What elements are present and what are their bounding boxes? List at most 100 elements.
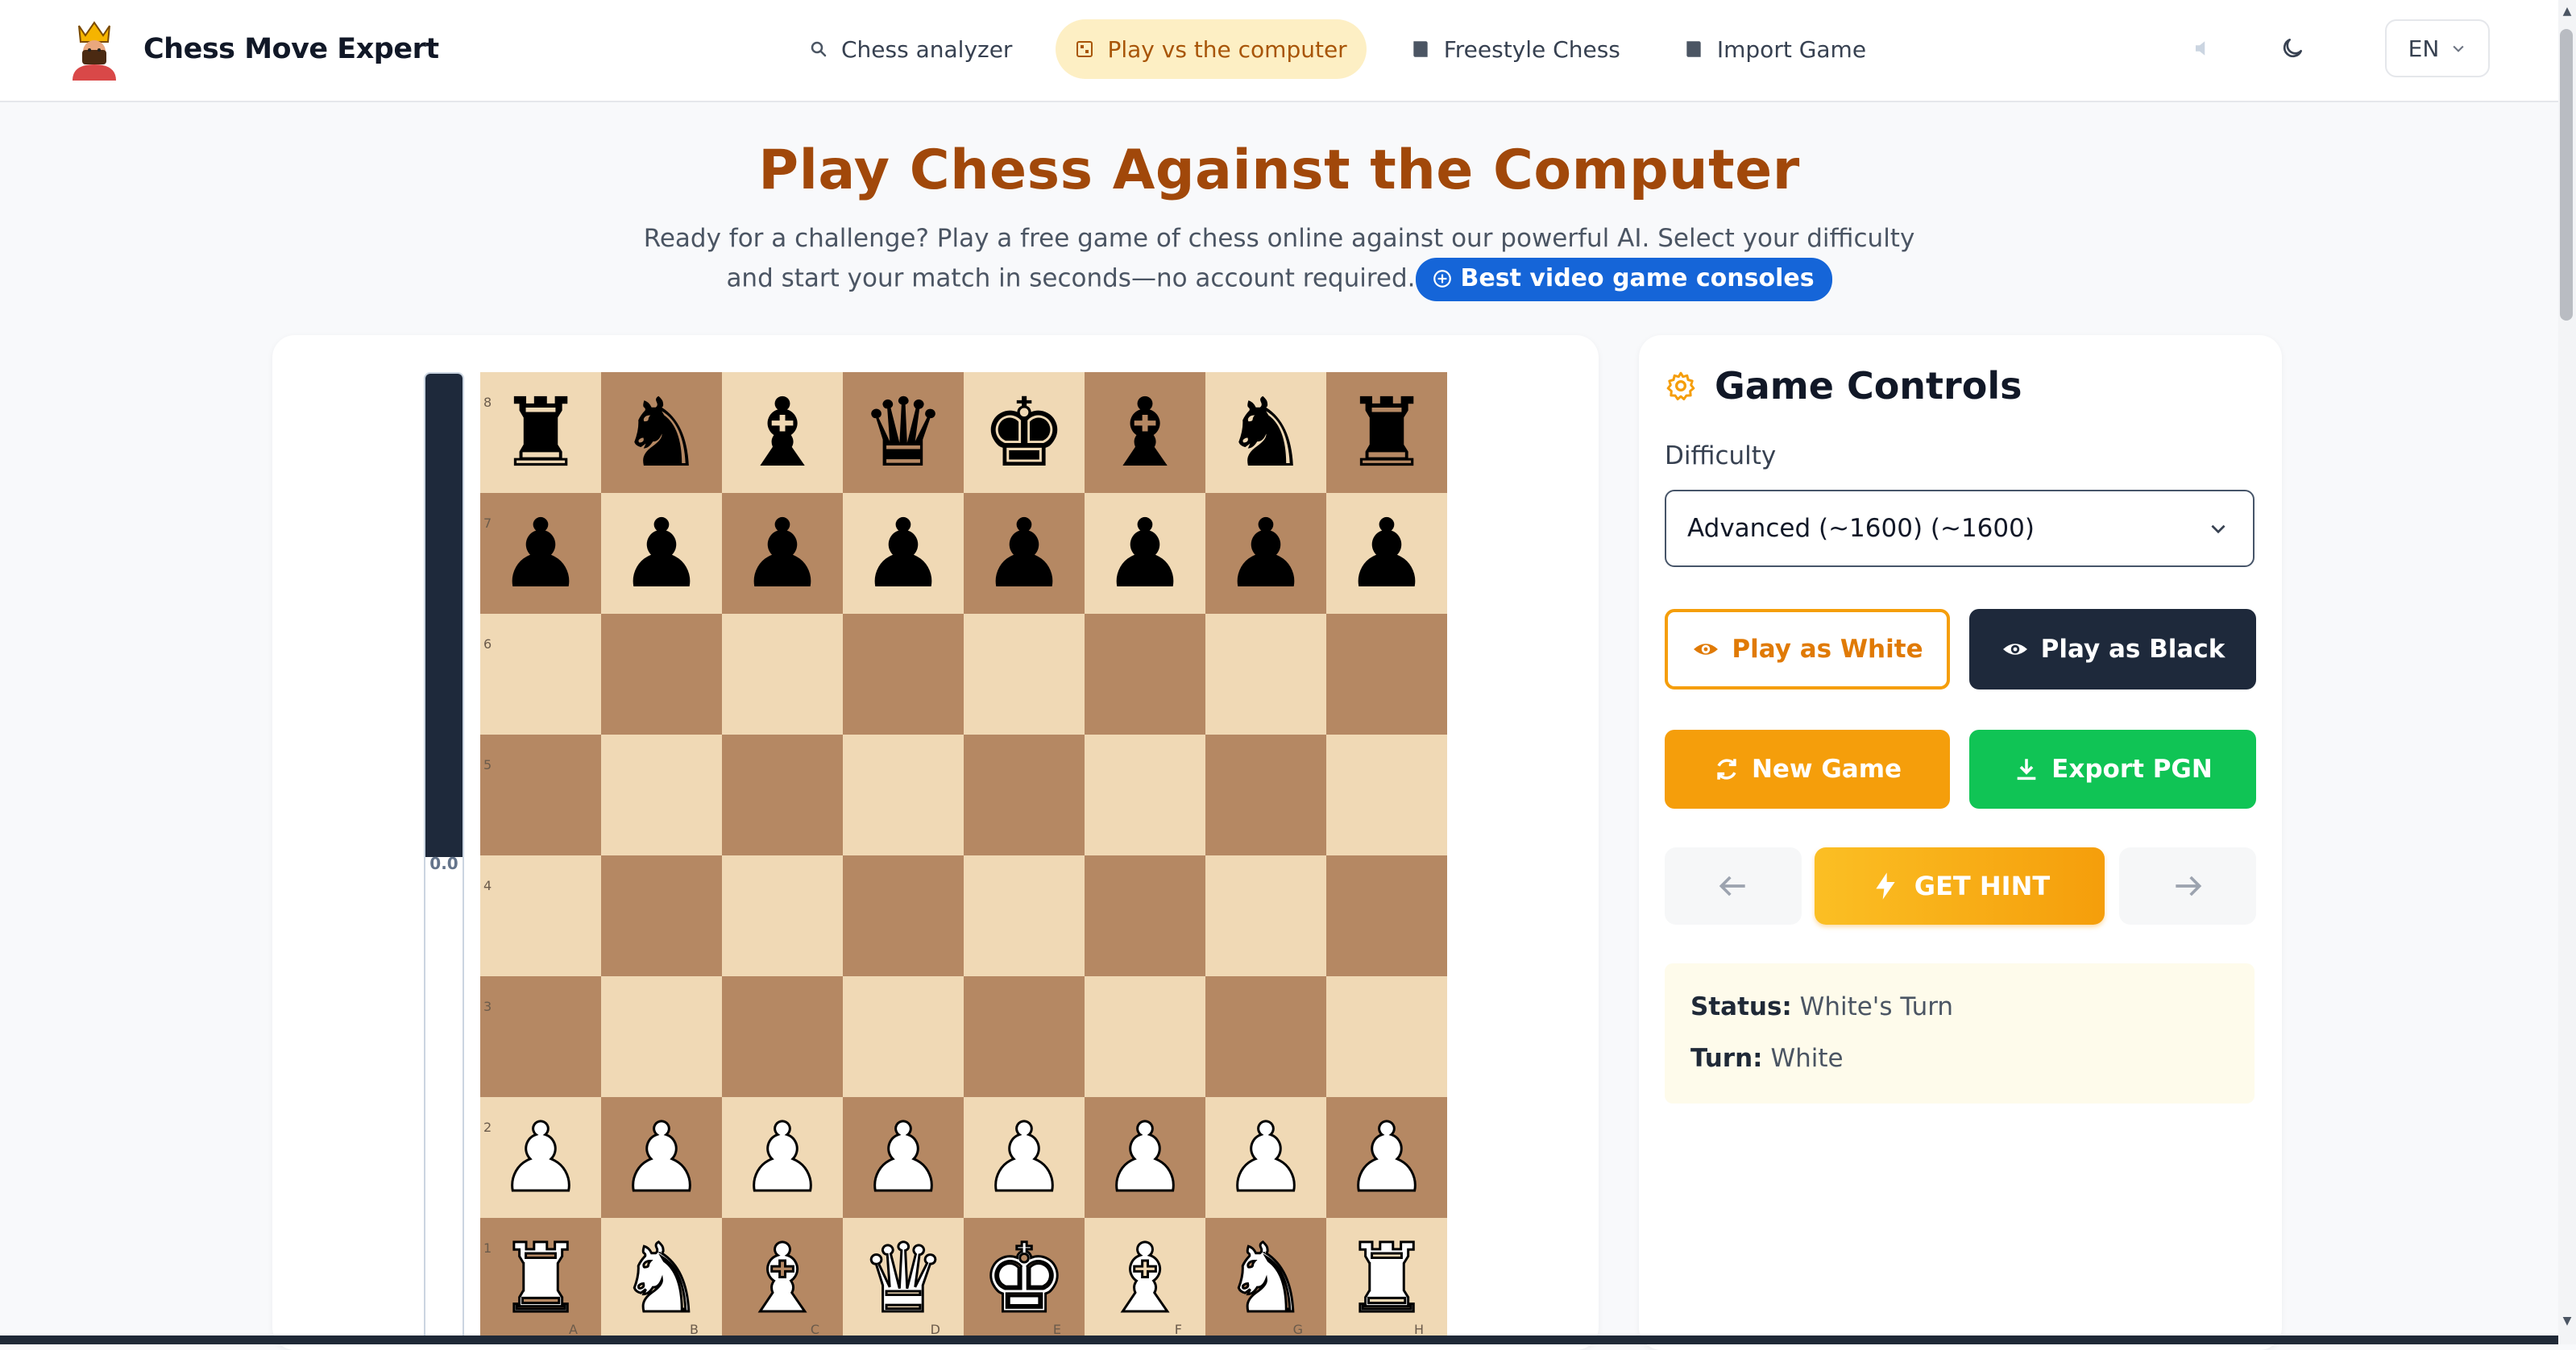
play-as-white-button[interactable]: Play as White [1665,609,1950,689]
square-c8[interactable]: ♝ [722,372,843,493]
black-pawn-icon[interactable]: ♟ [1223,506,1309,601]
white-pawn-icon[interactable]: ♟ [497,1109,585,1207]
square-c3[interactable] [722,976,843,1097]
white-bishop-icon[interactable]: ♝ [1101,1230,1189,1327]
black-knight-icon[interactable]: ♞ [619,385,704,480]
white-knight-icon[interactable]: ♞ [618,1230,706,1327]
square-a5[interactable]: 5 [480,735,601,855]
black-pawn-icon[interactable]: ♟ [498,506,583,601]
white-pawn-icon[interactable]: ♟ [618,1109,706,1207]
white-knight-icon[interactable]: ♞ [1222,1230,1310,1327]
square-d8[interactable]: ♛ [843,372,964,493]
theme-toggle-button[interactable] [2264,20,2321,77]
square-b3[interactable] [601,976,722,1097]
white-pawn-icon[interactable]: ♟ [981,1109,1068,1207]
square-e1[interactable]: E ♚ [964,1218,1085,1339]
black-knight-icon[interactable]: ♞ [1223,385,1309,480]
square-f6[interactable] [1085,614,1205,735]
square-f2[interactable]: ♟ [1085,1097,1205,1218]
square-a6[interactable]: 6 [480,614,601,735]
square-g8[interactable]: ♞ [1205,372,1326,493]
new-game-button[interactable]: New Game [1665,730,1950,809]
square-a1[interactable]: 1 A ♜ [480,1218,601,1339]
square-c7[interactable]: ♟ [722,493,843,614]
scroll-down-arrow-icon[interactable]: ▼ [2561,1315,2574,1327]
next-move-button[interactable] [2119,847,2256,925]
square-h6[interactable] [1326,614,1447,735]
square-f3[interactable] [1085,976,1205,1097]
scrollbar-thumb[interactable] [2560,29,2573,321]
square-a3[interactable]: 3 [480,976,601,1097]
square-g7[interactable]: ♟ [1205,493,1326,614]
square-a8[interactable]: 8 ♜ [480,372,601,493]
white-rook-icon[interactable]: ♜ [497,1230,585,1327]
black-rook-icon[interactable]: ♜ [1344,385,1429,480]
square-f7[interactable]: ♟ [1085,493,1205,614]
square-e6[interactable] [964,614,1085,735]
square-c2[interactable]: ♟ [722,1097,843,1218]
scroll-up-arrow-icon[interactable]: ▲ [2561,5,2574,18]
square-b2[interactable]: ♟ [601,1097,722,1218]
export-pgn-button[interactable]: Export PGN [1969,730,2256,809]
nav-play-vs-computer[interactable]: Play vs the computer [1056,19,1367,79]
nav-import-game[interactable]: Import Game [1664,19,1885,79]
white-bishop-icon[interactable]: ♝ [739,1230,827,1327]
square-a4[interactable]: 4 [480,855,601,976]
square-c4[interactable] [722,855,843,976]
square-a2[interactable]: 2 ♟ [480,1097,601,1218]
square-c5[interactable] [722,735,843,855]
nav-chess-analyzer[interactable]: Chess analyzer [790,19,1031,79]
square-f5[interactable] [1085,735,1205,855]
sound-toggle-button[interactable] [2176,20,2232,77]
promo-link[interactable]: Best video game consoles [1415,258,1832,301]
white-pawn-icon[interactable]: ♟ [1222,1109,1310,1207]
square-e4[interactable] [964,855,1085,976]
play-as-black-button[interactable]: Play as Black [1969,609,2256,689]
square-g4[interactable] [1205,855,1326,976]
square-g1[interactable]: G ♞ [1205,1218,1326,1339]
square-d5[interactable] [843,735,964,855]
black-rook-icon[interactable]: ♜ [498,385,583,480]
black-pawn-icon[interactable]: ♟ [1344,506,1429,601]
square-h1[interactable]: H ♜ [1326,1218,1447,1339]
square-b4[interactable] [601,855,722,976]
black-king-icon[interactable]: ♚ [981,385,1067,480]
square-f8[interactable]: ♝ [1085,372,1205,493]
nav-freestyle-chess[interactable]: Freestyle Chess [1391,19,1640,79]
language-select[interactable]: EN [2385,19,2490,77]
brand[interactable]: Chess Move Expert [64,18,439,81]
white-king-icon[interactable]: ♚ [981,1230,1068,1327]
square-e3[interactable] [964,976,1085,1097]
black-pawn-icon[interactable]: ♟ [981,506,1067,601]
square-h4[interactable] [1326,855,1447,976]
square-h5[interactable] [1326,735,1447,855]
black-pawn-icon[interactable]: ♟ [861,506,946,601]
white-rook-icon[interactable]: ♜ [1343,1230,1431,1327]
white-pawn-icon[interactable]: ♟ [860,1109,948,1207]
square-g5[interactable] [1205,735,1326,855]
difficulty-select[interactable]: Advanced (~1600) (~1600) [1665,490,2255,567]
square-b8[interactable]: ♞ [601,372,722,493]
get-hint-button[interactable]: GET HINT [1815,847,2105,925]
square-b1[interactable]: B ♞ [601,1218,722,1339]
square-g6[interactable] [1205,614,1326,735]
previous-move-button[interactable] [1665,847,1802,925]
square-g2[interactable]: ♟ [1205,1097,1326,1218]
square-c1[interactable]: C ♝ [722,1218,843,1339]
black-pawn-icon[interactable]: ♟ [740,506,825,601]
black-bishop-icon[interactable]: ♝ [1102,385,1188,480]
black-pawn-icon[interactable]: ♟ [619,506,704,601]
square-h2[interactable]: ♟ [1326,1097,1447,1218]
square-d2[interactable]: ♟ [843,1097,964,1218]
black-queen-icon[interactable]: ♛ [861,385,946,480]
black-bishop-icon[interactable]: ♝ [740,385,825,480]
square-e8[interactable]: ♚ [964,372,1085,493]
square-e5[interactable] [964,735,1085,855]
square-a7[interactable]: 7 ♟ [480,493,601,614]
square-d6[interactable] [843,614,964,735]
white-pawn-icon[interactable]: ♟ [739,1109,827,1207]
white-queen-icon[interactable]: ♛ [860,1230,948,1327]
white-pawn-icon[interactable]: ♟ [1343,1109,1431,1207]
square-h3[interactable] [1326,976,1447,1097]
square-d4[interactable] [843,855,964,976]
